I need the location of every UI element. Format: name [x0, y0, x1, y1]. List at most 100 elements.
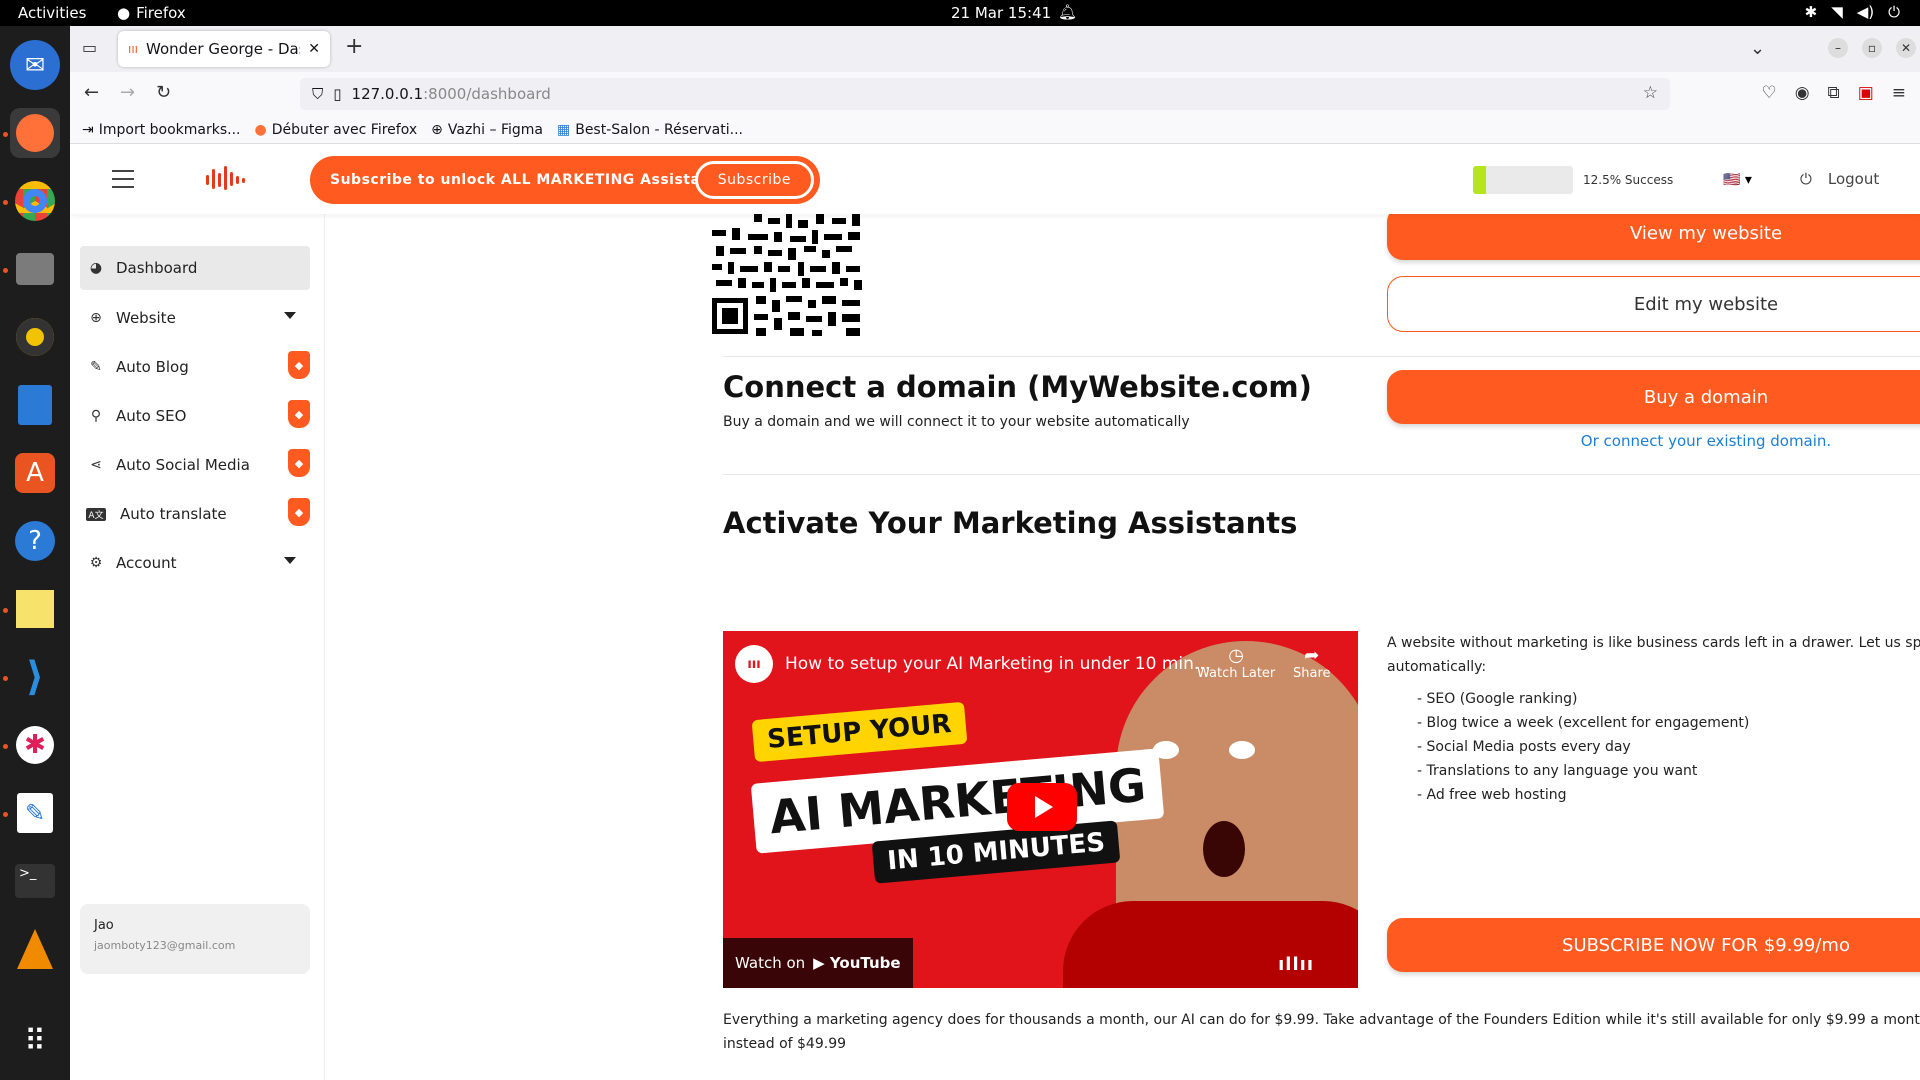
channel-watermark: ıllıı: [1278, 954, 1314, 975]
bookmark-label: Débuter avec Firefox: [271, 121, 418, 138]
terminal-icon[interactable]: >_: [10, 856, 60, 906]
chevron-down-icon: [284, 557, 296, 564]
slack-icon: ✱: [1804, 3, 1818, 21]
watch-later-button[interactable]: ◷ Watch Later: [1197, 645, 1275, 681]
running-indicator: [3, 132, 8, 137]
user-name: Jao: [94, 918, 114, 933]
account-icon[interactable]: ◉: [1795, 83, 1810, 103]
success-progress-bar: [1473, 166, 1573, 194]
dock: ✉ A ? ⟩ ✱ ✎ >_ ⠿: [0, 26, 70, 1080]
vlc-icon[interactable]: [10, 924, 60, 974]
youtube-video-embed[interactable]: SETUP YOUR AI MARKETING IN 10 MINUTES ıı…: [723, 631, 1358, 988]
sidebar-item-auto-seo[interactable]: ⚲ Auto SEO ◆: [80, 394, 310, 438]
notes-icon[interactable]: [10, 584, 60, 634]
new-feature-icon[interactable]: ▣: [1858, 83, 1874, 103]
forward-icon[interactable]: →: [120, 82, 135, 103]
connect-domain-link[interactable]: Or connect your existing domain.: [1387, 432, 1920, 450]
sidebar-item-auto-translate[interactable]: A文 Auto translate ◆: [80, 492, 310, 536]
subscribe-button[interactable]: Subscribe: [694, 161, 814, 199]
chrome-icon[interactable]: [10, 176, 60, 226]
files-icon[interactable]: [10, 244, 60, 294]
system-top-bar: Activities ● Firefox 21 Mar 15:41 🔔︎ ✱ ◥ …: [0, 0, 1920, 26]
browser-tab[interactable]: ııı Wonder George - Dashbo ✕: [118, 31, 330, 67]
play-button[interactable]: [1007, 783, 1077, 831]
dashboard-icon: ◕: [89, 260, 103, 276]
bookmark-import[interactable]: ⇥ Import bookmarks...: [82, 122, 241, 138]
help-icon[interactable]: ?: [10, 516, 60, 566]
user-card[interactable]: Jao jaomboty123@gmail.com: [80, 904, 310, 974]
buy-domain-button[interactable]: Buy a domain: [1387, 370, 1920, 424]
url-text: 127.0.0.1:8000/dashboard: [352, 85, 551, 103]
url-path: :8000/dashboard: [423, 85, 551, 103]
feature-item: - Translations to any language you want: [1417, 763, 1698, 779]
running-indicator: [3, 268, 8, 273]
language-selector[interactable]: 🇺🇸 ▾: [1723, 172, 1752, 188]
url-bar[interactable]: ⛉ ▯ 127.0.0.1:8000/dashboard ☆: [300, 78, 1670, 110]
sidebar-item-dashboard[interactable]: ◕ Dashboard: [80, 246, 310, 290]
pocket-icon[interactable]: ♡: [1761, 83, 1776, 103]
thunderbird-icon[interactable]: ✉: [10, 40, 60, 90]
video-title[interactable]: How to setup your AI Marketing in under …: [785, 654, 1210, 674]
rhythmbox-icon[interactable]: [10, 312, 60, 362]
bookmark-star-icon[interactable]: ☆: [1643, 83, 1658, 103]
close-window-button[interactable]: ✕: [1896, 38, 1916, 58]
browser-window: ▭ ııı Wonder George - Dashbo ✕ + ⌄ – ▫ ✕…: [70, 26, 1920, 1080]
premium-badge-icon: ◆: [288, 498, 310, 526]
reload-icon[interactable]: ↻: [156, 82, 171, 103]
extensions-icon[interactable]: ⧉: [1828, 83, 1840, 103]
new-tab-button[interactable]: +: [345, 34, 363, 59]
share-arrow-icon: ➦: [1304, 645, 1320, 666]
text-editor-icon[interactable]: ✎: [10, 788, 60, 838]
globe-icon: ⊕: [431, 121, 443, 138]
feature-item: - SEO (Google ranking): [1417, 691, 1578, 707]
app-name: Firefox: [136, 4, 186, 22]
view-website-button[interactable]: View my website: [1387, 206, 1920, 260]
watch-on-youtube-button[interactable]: Watch on ▶ YouTube: [723, 938, 913, 988]
menu-icon[interactable]: ≡: [1892, 83, 1906, 103]
sidebar-item-auto-social-media[interactable]: ⋖ Auto Social Media ◆: [80, 443, 310, 487]
sidebar-item-label: Account: [116, 554, 177, 572]
thumbnail-banner-setup: SETUP YOUR: [751, 701, 968, 763]
sidebar-item-website[interactable]: ⊕ Website: [80, 296, 310, 340]
feature-item: - Ad free web hosting: [1417, 787, 1567, 803]
share-button[interactable]: ➦ Share: [1293, 645, 1331, 681]
subscribe-now-button[interactable]: SUBSCRIBE NOW FOR $9.99/mo: [1387, 918, 1920, 972]
hamburger-menu-icon[interactable]: [112, 170, 134, 188]
vscode-icon[interactable]: ⟩: [10, 652, 60, 702]
bookmark-salon[interactable]: ▦ Best-Salon - Réservati...: [557, 122, 743, 138]
brand-logo[interactable]: [206, 166, 246, 192]
firefox-icon[interactable]: [10, 108, 60, 158]
bookmark-firefox[interactable]: ● Débuter avec Firefox: [255, 122, 418, 138]
system-tray[interactable]: ✱ ◥ ◀) ⏻: [1805, 3, 1900, 21]
bookmark-figma[interactable]: ⊕ Vazhi – Figma: [431, 122, 543, 138]
sidebar-item-label: Auto translate: [120, 505, 227, 523]
maximize-button[interactable]: ▫: [1862, 38, 1882, 58]
logout-label: Logout: [1827, 170, 1880, 188]
slack-icon[interactable]: ✱: [10, 720, 60, 770]
channel-logo[interactable]: ııı: [735, 645, 773, 683]
app-grid-icon[interactable]: ⠿: [10, 1016, 60, 1066]
domain-description: Buy a domain and we will connect it to y…: [723, 414, 1190, 430]
wifi-icon: ◥: [1831, 3, 1843, 21]
writer-icon[interactable]: [10, 380, 60, 430]
logout-button[interactable]: ⏻ Logout: [1800, 170, 1879, 188]
sidebar-item-label: Auto SEO: [116, 407, 187, 425]
feature-item: - Blog twice a week (excellent for engag…: [1417, 715, 1750, 731]
sidebar-item-label: Auto Social Media: [116, 456, 250, 474]
sidebar-item-auto-blog[interactable]: ✎ Auto Blog ◆: [80, 345, 310, 389]
sidebar-item-account[interactable]: ⚙ Account: [80, 541, 310, 585]
clock[interactable]: 21 Mar 15:41: [951, 4, 1051, 22]
bookmarks-bar: ⇥ Import bookmarks... ● Débuter avec Firef…: [70, 116, 1920, 144]
activities-button[interactable]: Activities: [18, 4, 86, 22]
software-icon[interactable]: A: [10, 448, 60, 498]
play-icon: [1035, 796, 1053, 818]
globe-icon: ⊕: [90, 310, 102, 326]
tab-list-icon[interactable]: ⌄: [1750, 38, 1765, 59]
video-thumbnail-mouth: [1203, 821, 1245, 877]
app-menu[interactable]: ● Firefox: [117, 4, 186, 22]
tab-overview-icon[interactable]: ▭: [82, 38, 97, 57]
close-tab-icon[interactable]: ✕: [308, 41, 320, 57]
edit-website-button[interactable]: Edit my website: [1387, 276, 1920, 332]
back-icon[interactable]: ←: [84, 82, 99, 103]
minimize-button[interactable]: –: [1828, 38, 1848, 58]
